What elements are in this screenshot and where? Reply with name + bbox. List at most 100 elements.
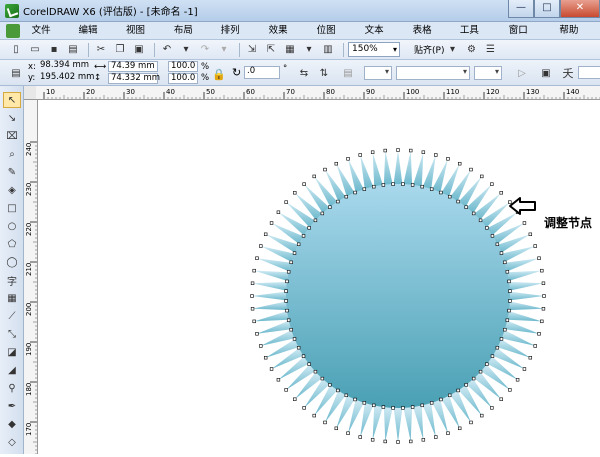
path-node [456,199,460,204]
height-field[interactable]: 74.332 mm [108,73,160,84]
menu-bitmaps[interactable]: 位图(B) [309,22,357,54]
outline-style-select[interactable] [396,66,470,80]
interactive-tool-icon[interactable]: ◪ [3,344,21,360]
scale-x-field[interactable]: 100.0 [168,61,198,72]
cut-icon[interactable]: ✂ [93,42,109,58]
smart-fill-icon[interactable]: ◈ [3,182,21,198]
path-node [344,393,348,398]
ray-spike [393,150,403,185]
options-icon[interactable]: ⚙ [463,42,479,58]
zoom-level-select[interactable]: 150% [348,42,400,57]
path-node [469,420,473,425]
y-position-field[interactable]: 195.402 mm [38,73,94,84]
export-icon[interactable]: ⇱ [263,42,279,58]
open-icon[interactable]: ▭ [27,42,43,58]
menu-text[interactable]: 文本(X) [357,22,405,54]
menu-tools[interactable]: 工具(O) [452,22,501,54]
minimize-button[interactable]: — [508,0,534,18]
path-node [528,356,533,360]
drawing-canvas[interactable] [38,100,600,454]
close-button[interactable]: ✕ [560,0,600,18]
quick-customize-icon[interactable]: ▣ [538,65,554,81]
snap-to-menu[interactable]: 贴齐(P) [414,43,444,56]
path-node [320,376,325,381]
text-tool-icon[interactable]: 字 [3,272,21,288]
polygon-tool-icon[interactable]: ⬠ [3,236,21,252]
scale-y-field[interactable]: 100.0 [168,73,198,84]
path-node [320,211,325,216]
crop-tool-icon[interactable]: ⌧ [3,128,21,144]
new-file-icon[interactable]: ▯ [8,42,24,58]
outline-pen-icon[interactable]: ✒ [3,398,21,414]
mirror-horizontal-icon[interactable]: ⇆ [296,65,312,81]
width-icon: ⟷ [94,62,107,72]
horizontal-ruler[interactable]: 10 20 30 40 50 60 70 80 90 100 110 120 130 140 [36,86,600,100]
play-icon[interactable]: ▷ [514,65,530,81]
ruler-tick-label: 80 [326,88,335,96]
path-node [495,242,500,246]
width-field[interactable]: 74.39 mm [108,61,158,72]
path-node [269,221,274,225]
table-tool-icon[interactable]: ▦ [3,290,21,306]
ruler-tick-label: 230 [25,183,33,196]
menu-effects[interactable]: 效果(C) [261,22,309,54]
rotation-angle-field[interactable]: .0 [244,66,280,79]
import-icon[interactable]: ⇲ [244,42,260,58]
launcher-icon[interactable]: ▦ [282,42,298,58]
rectangle-tool-icon[interactable]: □ [3,200,21,216]
menu-help[interactable]: 帮助(H) [551,22,600,54]
zoom-tool-icon[interactable]: ⌕ [3,146,21,162]
basic-shapes-icon[interactable]: ◯ [3,254,21,270]
redo-dropdown-icon[interactable]: ▾ [216,42,232,58]
redo-icon[interactable]: ↷ [197,42,213,58]
line-style-select[interactable] [364,66,392,80]
maximize-button[interactable]: □ [534,0,560,18]
dimension-tool-icon[interactable]: ⟋ [3,308,21,324]
menu-view[interactable]: 视图(V) [118,22,166,54]
settings-icon[interactable]: ☰ [482,42,498,58]
snap-dropdown-icon[interactable]: ▾ [444,42,460,58]
ruler-tick-label: 50 [206,88,215,96]
path-node [495,346,500,350]
ellipse-tool-icon[interactable]: ○ [3,218,21,234]
transparency-tool-icon[interactable]: ◢ [3,362,21,378]
freehand-tool-icon[interactable]: ✎ [3,164,21,180]
fill-tool-icon[interactable]: ◆ [3,416,21,432]
path-node [381,405,386,409]
connector-tool-icon[interactable]: ⤡ [3,326,21,342]
outline-width-field[interactable] [578,66,600,79]
launcher-dropdown-icon[interactable]: ▾ [301,42,317,58]
undo-dropdown-icon[interactable]: ▾ [178,42,194,58]
menu-edit[interactable]: 编辑(E) [71,22,118,54]
mirror-vertical-icon[interactable]: ⇅ [316,65,332,81]
path-node [383,439,387,444]
undo-icon[interactable]: ↶ [159,42,175,58]
shape-tool-icon[interactable]: ↘ [3,110,21,126]
wrap-text-icon[interactable]: ▤ [340,65,356,81]
lock-ratio-icon[interactable]: 🔒 [212,68,226,81]
menu-window[interactable]: 窗口(W) [501,22,552,54]
path-node [469,167,473,172]
path-node [328,383,332,387]
pick-tool-icon[interactable]: ↖ [3,92,21,108]
save-icon[interactable]: ▪ [46,42,62,58]
eyedropper-tool-icon[interactable]: ⚲ [3,380,21,396]
menu-layout[interactable]: 布局(L) [166,22,213,54]
title-bar: CorelDRAW X6 (评估版) - [未命名 -1] — □ ✕ [0,0,600,22]
paste-icon[interactable]: ▣ [131,42,147,58]
welcome-screen-icon[interactable]: ▥ [320,42,336,58]
path-node [522,221,527,225]
menu-file[interactable]: 文件(F) [24,22,71,54]
print-icon[interactable]: ▤ [65,42,81,58]
starburst-shape[interactable] [38,100,600,454]
outline-width-icon[interactable]: 夭 [560,65,576,81]
interactive-fill-icon[interactable]: ◇ [3,434,21,450]
end-arrow-select[interactable] [474,66,502,80]
menu-table[interactable]: 表格(T) [405,22,452,54]
menu-arrange[interactable]: 排列(A) [213,22,261,54]
path-node [490,182,494,186]
vertical-ruler[interactable]: 240230220210200190180170160 [24,100,38,454]
x-position-field[interactable]: 98.394 mm [38,61,90,72]
path-node [362,401,367,405]
copy-icon[interactable]: ❐ [112,42,128,58]
